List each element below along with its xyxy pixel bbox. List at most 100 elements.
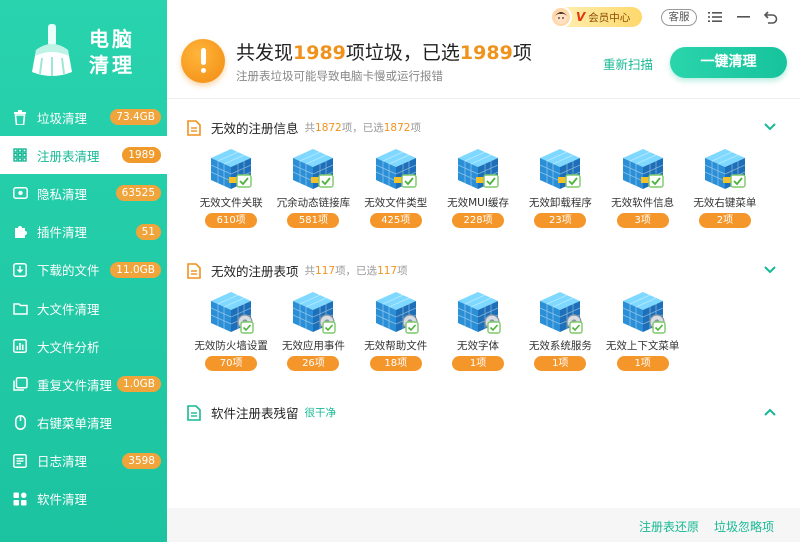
customer-service-button[interactable]: 客服 — [661, 9, 697, 26]
sidebar-item-large-files[interactable]: 大文件清理 — [0, 289, 167, 327]
registry-item-count: 2项 — [698, 213, 751, 228]
registry-item-tile[interactable]: 无效防火墙设置 70项 — [190, 290, 272, 371]
sidebar-item-label: 重复文件清理 — [37, 377, 113, 393]
sidebar-item-label: 下载的文件 — [37, 263, 100, 279]
registry-item-count: 3项 — [616, 213, 669, 228]
sidebar-item-badge: 3598 — [122, 452, 161, 469]
registry-item-label: 无效帮助文件 — [364, 340, 428, 352]
sidebar-item-label: 大文件清理 — [37, 301, 100, 317]
sidebar-item-downloads[interactable]: 下载的文件 11.0GB — [0, 251, 167, 289]
sidebar-item-badge: 1.0GB — [116, 376, 161, 393]
registry-item-count: 23项 — [534, 213, 587, 228]
minimize-icon — [736, 16, 750, 18]
sidebar-item-plugins[interactable]: 插件清理 51 — [0, 213, 167, 251]
registry-item-tile[interactable]: 无效卸载程序 23项 — [519, 147, 601, 228]
sidebar-item-context-menu[interactable]: 右键菜单清理 — [0, 404, 167, 442]
section-header-software-residue[interactable]: 软件注册表残留 很干净 — [187, 403, 336, 422]
registry-restore-link[interactable]: 注册表还原 — [639, 518, 699, 535]
avatar — [550, 6, 572, 28]
section-title: 无效的注册表项 — [211, 264, 299, 279]
chevron-up-icon[interactable] — [763, 407, 777, 417]
section-meta: 共117项，已选117项 — [304, 265, 408, 277]
section-header-invalid-registry-keys[interactable]: 无效的注册表项 共117项，已选117项 — [187, 261, 408, 280]
sidebar-item-badge: 51 — [135, 223, 161, 240]
eye-icon — [12, 185, 28, 201]
vip-center-button[interactable]: V 会员中心 — [550, 6, 642, 28]
sidebar-item-label: 右键菜单清理 — [37, 416, 113, 432]
chevron-down-icon[interactable] — [763, 265, 777, 275]
rescan-link[interactable]: 重新扫描 — [603, 54, 653, 73]
grid-icon — [12, 147, 28, 163]
sidebar-item-label: 垃圾清理 — [37, 110, 88, 126]
registry-cube-icon — [619, 147, 667, 191]
return-icon — [764, 10, 778, 24]
sidebar-item-badge: 73.4GB — [110, 109, 161, 125]
registry-item-tile[interactable]: 无效右键菜单 2项 — [684, 147, 766, 228]
section-title: 无效的注册信息 — [211, 121, 299, 136]
sidebar-item-logs[interactable]: 日志清理 3598 — [0, 442, 167, 480]
registry-item-count: 1项 — [452, 356, 505, 371]
registry-cube-icon — [536, 147, 584, 191]
registry-item-tile[interactable]: 无效上下文菜单 1项 — [601, 290, 683, 371]
section-meta: 共1872项，已选1872项 — [304, 122, 421, 134]
footer-bar — [167, 508, 800, 542]
registry-item-count: 1项 — [534, 356, 587, 371]
registry-item-count: 581项 — [287, 213, 340, 228]
junk-ignore-list-link[interactable]: 垃圾忽略项 — [714, 518, 774, 535]
registry-cube-icon — [454, 147, 502, 191]
registry-item-tile[interactable]: 冗余动态链接库 581项 — [272, 147, 354, 228]
menu-button[interactable] — [706, 8, 724, 26]
sidebar-item-duplicates[interactable]: 重复文件清理 1.0GB — [0, 365, 167, 403]
registry-item-label: 无效MUI缓存 — [447, 197, 509, 209]
puzzle-icon — [12, 224, 28, 240]
registry-item-label: 无效文件类型 — [364, 197, 428, 209]
sidebar-item-label: 隐私清理 — [37, 186, 88, 202]
registry-item-label: 无效右键菜单 — [693, 197, 757, 209]
registry-item-tile[interactable]: 无效系统服务 1项 — [519, 290, 601, 371]
minimize-button[interactable] — [734, 8, 752, 26]
registry-cube-icon — [454, 290, 502, 334]
registry-cube-icon — [207, 290, 255, 334]
app-logo: 电脑 清理 — [0, 0, 167, 96]
copy-icon — [12, 376, 28, 392]
sidebar-nav: 垃圾清理 73.4GB 注册表清理 1989 隐私清理 63525 插件清理 5… — [0, 98, 167, 518]
divider — [167, 98, 800, 99]
sidebar-item-software[interactable]: 软件清理 — [0, 480, 167, 518]
registry-item-label: 无效系统服务 — [528, 340, 592, 352]
apps-icon — [12, 491, 28, 507]
registry-item-tile[interactable]: 无效应用事件 26项 — [272, 290, 354, 371]
document-icon — [187, 262, 201, 279]
registry-cube-icon — [372, 147, 420, 191]
vip-v-icon: V — [576, 10, 586, 24]
registry-item-tile[interactable]: 无效帮助文件 18项 — [355, 290, 437, 371]
sidebar-item-label: 软件清理 — [37, 492, 88, 508]
sidebar-item-privacy[interactable]: 隐私清理 63525 — [0, 174, 167, 212]
trash-icon — [12, 109, 28, 125]
mouse-icon — [12, 415, 28, 431]
one-click-clean-button[interactable]: 一键清理 — [670, 47, 787, 78]
registry-item-count: 425项 — [369, 213, 422, 228]
chevron-down-icon[interactable] — [763, 122, 777, 132]
registration-items-grid: 无效文件关联 610项 冗余动态链接库 581项 无效文件类型 425项 无效MUI缓存 22… — [190, 147, 766, 228]
menu-icon — [708, 12, 722, 22]
back-button[interactable] — [762, 8, 780, 26]
sidebar-item-label: 注册表清理 — [37, 148, 100, 164]
registry-item-tile[interactable]: 无效MUI缓存 228项 — [437, 147, 519, 228]
registry-item-tile[interactable]: 无效文件类型 425项 — [355, 147, 437, 228]
registry-item-tile[interactable]: 无效软件信息 3项 — [601, 147, 683, 228]
registry-item-count: 70项 — [205, 356, 258, 371]
registry-item-tile[interactable]: 无效字体 1项 — [437, 290, 519, 371]
vip-center-label: 会员中心 — [588, 11, 631, 24]
registry-item-count: 26项 — [287, 356, 340, 371]
sidebar-item-registry[interactable]: 注册表清理 1989 — [0, 136, 167, 175]
section-header-invalid-registration[interactable]: 无效的注册信息 共1872项，已选1872项 — [187, 118, 421, 137]
sidebar-item-badge: 1989 — [122, 147, 161, 164]
document-icon — [187, 119, 201, 136]
registry-item-tile[interactable]: 无效文件关联 610项 — [190, 147, 272, 228]
sidebar-item-file-analysis[interactable]: 大文件分析 — [0, 327, 167, 365]
sidebar-item-junk[interactable]: 垃圾清理 73.4GB — [0, 98, 167, 136]
registry-item-label: 无效软件信息 — [611, 197, 675, 209]
folder-icon — [12, 300, 28, 316]
registry-item-count: 18项 — [369, 356, 422, 371]
registry-item-count: 228项 — [452, 213, 505, 228]
